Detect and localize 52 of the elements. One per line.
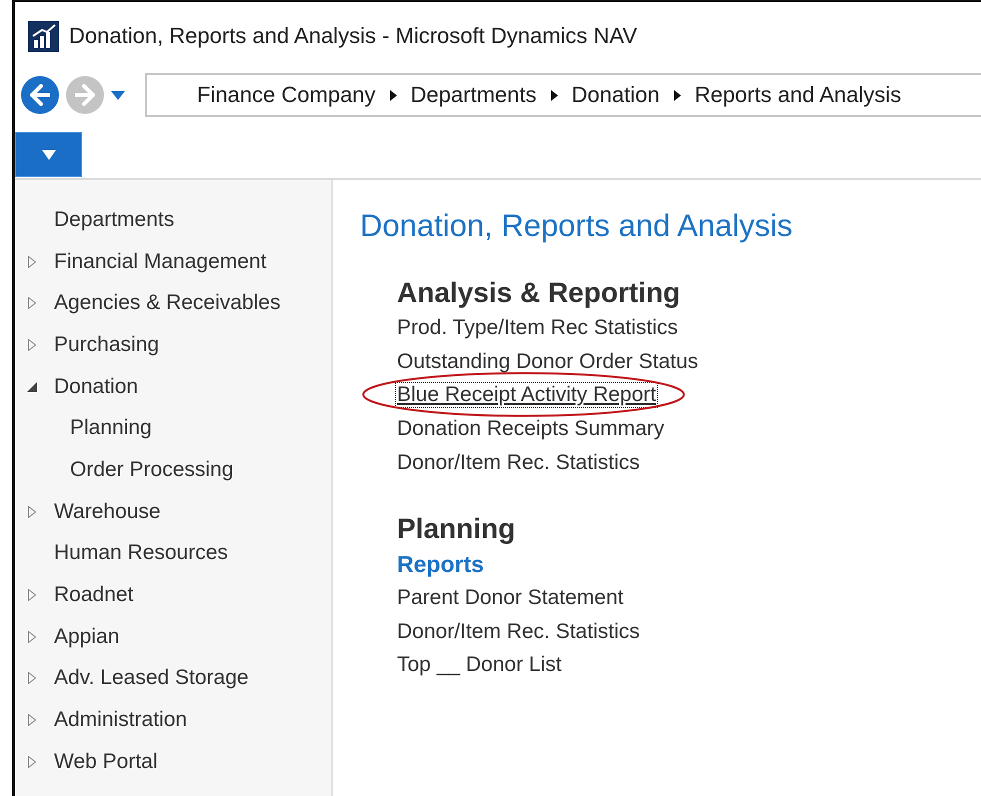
- collapsed-triangle-icon[interactable]: [28, 338, 36, 351]
- report-link[interactable]: Blue Receipt Activity Report: [395, 382, 658, 408]
- tree-item[interactable]: Agencies & Receivables: [54, 291, 280, 316]
- report-link[interactable]: Parent Donor Statement: [395, 584, 626, 611]
- collapsed-triangle-icon[interactable]: [28, 589, 36, 602]
- chevron-icon: [390, 90, 397, 100]
- breadcrumb-link[interactable]: Finance Company: [197, 82, 376, 108]
- tree-item[interactable]: Order Processing: [70, 458, 234, 482]
- back-button[interactable]: [21, 76, 59, 114]
- section-heading: Analysis & Reporting: [397, 277, 682, 309]
- tree-item[interactable]: Donation: [54, 374, 138, 399]
- right-arrow-icon[interactable]: [75, 84, 95, 106]
- breadcrumb-link[interactable]: Departments: [410, 82, 536, 108]
- tree-item[interactable]: Adv. Leased Storage: [54, 666, 249, 690]
- tree-item[interactable]: Human Resources: [54, 541, 228, 566]
- collapsed-triangle-icon[interactable]: [28, 714, 36, 726]
- collapsed-triangle-icon[interactable]: [28, 630, 36, 643]
- tree-item[interactable]: Appian: [54, 624, 120, 649]
- tree-item[interactable]: Purchasing: [54, 332, 160, 357]
- report-link[interactable]: Donor/Item Rec. Statistics: [395, 618, 642, 645]
- report-link[interactable]: Top __ Donor List: [395, 652, 564, 678]
- breadcrumb-link[interactable]: Reports and Analysis: [694, 82, 902, 108]
- caret-down-icon: [42, 150, 56, 160]
- collapsed-triangle-icon[interactable]: [28, 256, 36, 268]
- report-link[interactable]: Prod. Type/Item Rec Statistics: [395, 314, 680, 341]
- collapsed-triangle-icon[interactable]: [28, 672, 36, 684]
- ribbon-toggle-button[interactable]: [15, 132, 82, 177]
- tree-item[interactable]: Planning: [70, 416, 152, 440]
- expanded-triangle-icon[interactable]: [26, 382, 36, 392]
- subsection-heading: Reports: [397, 550, 484, 578]
- collapsed-triangle-icon[interactable]: [28, 756, 36, 768]
- page-title: Donation, Reports and Analysis: [360, 208, 794, 244]
- collapsed-triangle-icon[interactable]: [28, 506, 36, 518]
- chevron-icon: [550, 90, 558, 100]
- forward-button[interactable]: [66, 76, 104, 114]
- section-heading: Planning: [397, 513, 516, 546]
- tree-item[interactable]: Roadnet: [54, 583, 134, 608]
- app-logo-icon: [28, 20, 59, 52]
- tree-item[interactable]: Departments: [54, 208, 174, 232]
- collapsed-triangle-icon[interactable]: [28, 297, 36, 310]
- tree-item[interactable]: Warehouse: [54, 500, 161, 524]
- window-title: Donation, Reports and Analysis - Microsoft Dynamics NAV: [69, 23, 638, 49]
- tree-item[interactable]: Financial Management: [54, 250, 266, 274]
- report-link[interactable]: Donation Receipts Summary: [395, 416, 666, 442]
- breadcrumb-link[interactable]: Donation: [572, 82, 660, 108]
- dropdown-caret-icon[interactable]: [111, 90, 125, 100]
- tree-item[interactable]: Administration: [54, 708, 188, 732]
- chevron-icon: [674, 90, 681, 100]
- report-link[interactable]: Outstanding Donor Order Status: [395, 348, 700, 375]
- left-arrow-icon[interactable]: [30, 84, 50, 106]
- report-link[interactable]: Donor/Item Rec. Statistics: [395, 450, 642, 476]
- tree-item[interactable]: Web Portal: [54, 750, 158, 774]
